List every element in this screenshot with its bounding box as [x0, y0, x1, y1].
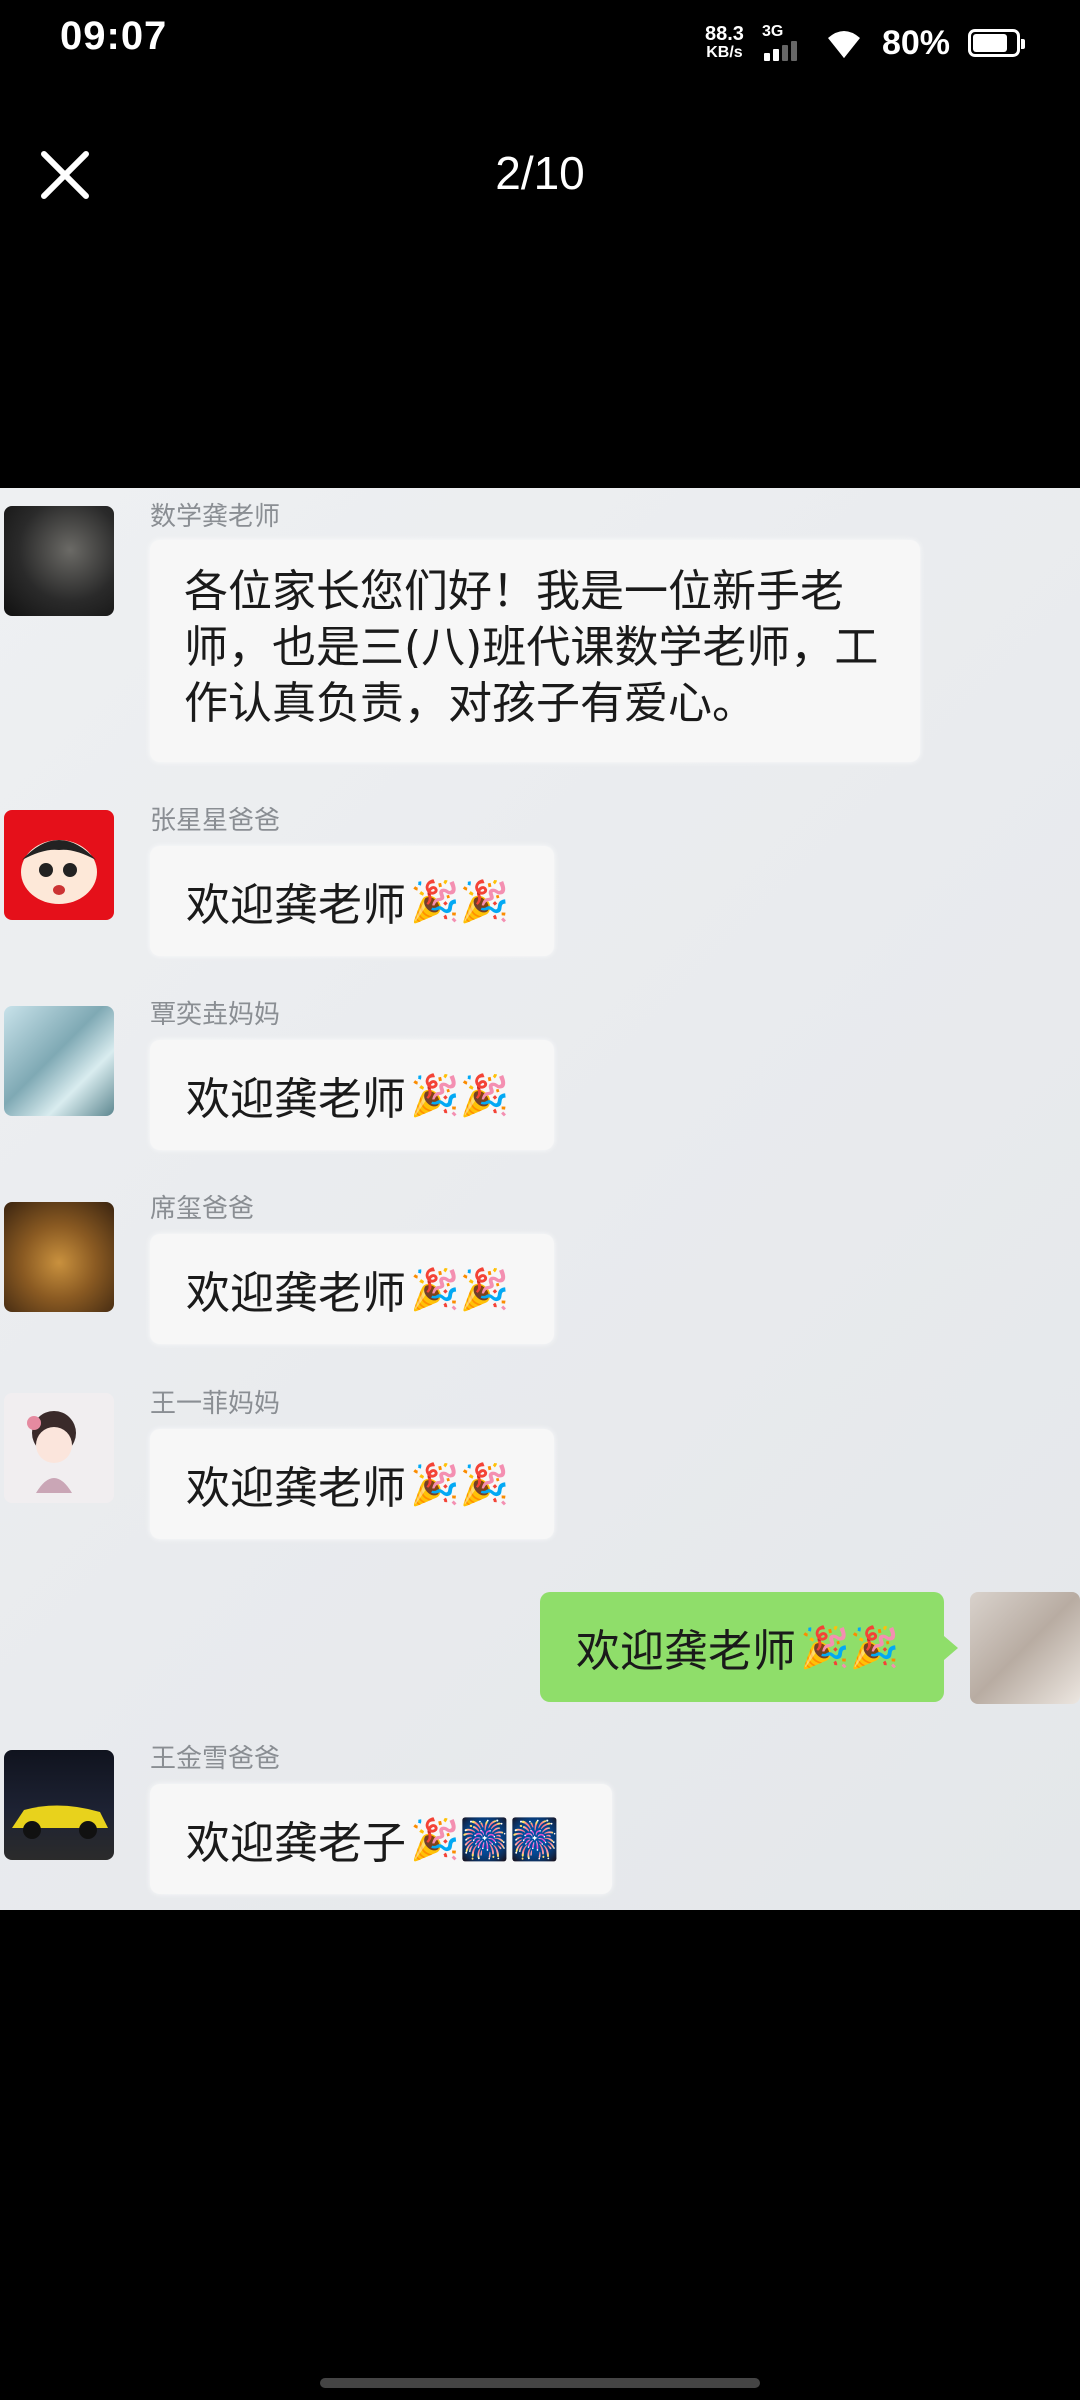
avatar[interactable]	[4, 810, 114, 920]
message-text: 欢迎龚老师	[186, 1268, 406, 1319]
avatar[interactable]	[4, 1750, 114, 1860]
sender-name: 席玺爸爸	[150, 1194, 255, 1224]
status-indicators: 88.3 KB/s 3G 80%	[705, 18, 1025, 68]
page-counter: 2/10	[495, 147, 585, 199]
avatar[interactable]	[4, 1393, 114, 1503]
message-bubble: 欢迎龚老子 🎉🎆🎆	[150, 1784, 612, 1894]
sender-name: 张星星爸爸	[150, 806, 281, 836]
avatar[interactable]	[4, 1006, 114, 1116]
network-speed-unit: KB/s	[706, 44, 743, 61]
sender-name: 王一菲妈妈	[150, 1389, 281, 1419]
my-avatar[interactable]	[970, 1592, 1080, 1704]
party-popper-icon: 🎉🎉	[410, 878, 510, 925]
cartoon-face-icon	[21, 840, 97, 904]
battery-icon	[968, 29, 1025, 57]
message-bubble: 欢迎龚老师 🎉🎉	[150, 1040, 554, 1150]
party-popper-icon: 🎉🎉	[410, 1266, 510, 1313]
sender-name: 王金雪爸爸	[150, 1744, 281, 1774]
message-bubble: 各位家长您们好！我是一位新手老师，也是三(八)班代课数学老师，工作认真负责，对孩…	[150, 540, 920, 762]
signal-icon: 3G	[762, 23, 806, 63]
battery-percent: 80%	[881, 23, 950, 62]
party-popper-icon: 🎉🎆🎆	[410, 1816, 560, 1863]
status-time: 09:07	[60, 14, 168, 58]
battery-level-fill	[973, 34, 1007, 52]
message-text: 欢迎龚老子	[186, 1818, 406, 1869]
message-bubble: 欢迎龚老师 🎉🎉	[150, 1429, 554, 1539]
party-popper-icon: 🎉🎉	[410, 1072, 510, 1119]
message-text: 欢迎龚老师	[186, 880, 406, 931]
avatar[interactable]	[4, 1202, 114, 1312]
sender-name: 数学龚老师	[150, 502, 281, 532]
message-text: 欢迎龚老师	[576, 1626, 796, 1677]
network-speed: 88.3 KB/s	[705, 24, 744, 62]
party-popper-icon: 🎉🎉	[800, 1624, 900, 1671]
sender-name: 覃奕垚妈妈	[150, 1000, 281, 1030]
message-bubble: 欢迎龚老师 🎉🎉	[150, 1234, 554, 1344]
message-bubble: 欢迎龚老师 🎉🎉	[150, 846, 554, 956]
network-type-label: 3G	[761, 23, 784, 40]
network-speed-value: 88.3	[705, 23, 744, 45]
wifi-icon	[827, 31, 860, 58]
photo-image[interactable]: 数学龚老师 各位家长您们好！我是一位新手老师，也是三(八)班代课数学老师，工作认…	[0, 488, 1080, 1910]
message-text: 欢迎龚老师	[186, 1463, 406, 1514]
home-indicator[interactable]	[320, 2378, 760, 2388]
message-bubble-mine: 欢迎龚老师 🎉🎉	[540, 1592, 958, 1702]
party-popper-icon: 🎉🎉	[410, 1461, 510, 1508]
avatar[interactable]	[4, 506, 114, 616]
message-text: 欢迎龚老师	[186, 1074, 406, 1125]
car-icon	[12, 1805, 108, 1839]
cartoon-girl-icon	[27, 1411, 76, 1493]
status-bar: 09:07 88.3 KB/s 3G 80%	[0, 0, 1080, 90]
